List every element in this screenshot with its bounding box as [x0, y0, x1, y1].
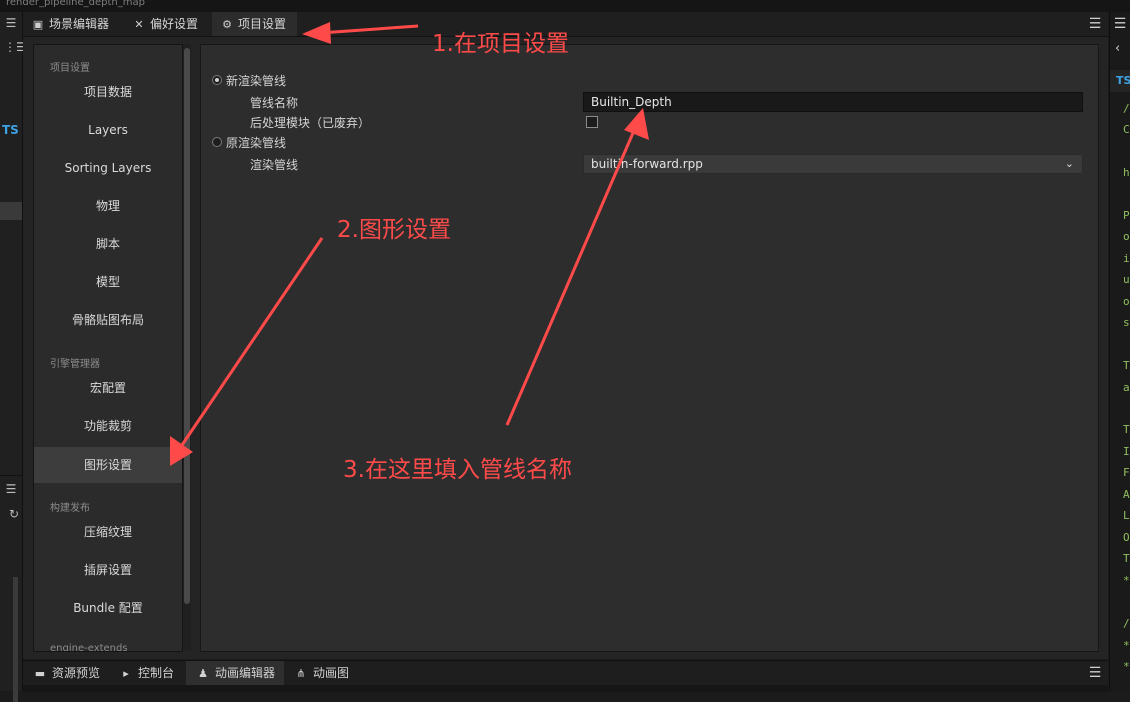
code-line: h [1123, 166, 1130, 179]
window-title: render_pipeline_depth_map [6, 0, 145, 8]
code-line: s [1123, 316, 1130, 329]
code-line: * [1123, 660, 1130, 673]
panel-menu-icon[interactable]: ☰ [1086, 665, 1104, 681]
code-line: o [1123, 295, 1130, 308]
tab-project-settings[interactable]: ⚙ 项目设置 [212, 12, 297, 36]
tab-label: 动画图 [313, 666, 350, 680]
gear-icon: ⚙ [222, 18, 232, 31]
code-line: u [1123, 273, 1130, 286]
tools-icon: ✕ [134, 18, 144, 31]
annotation-step2: 2.图形设置 [337, 217, 451, 243]
tab-label: 项目设置 [238, 17, 287, 31]
sidebar-item-splash-settings[interactable]: 插屏设置 [34, 552, 182, 588]
bottom-tab-bar: ▬ 资源预览 ▸ 控制台 ♟ 动画编辑器 ⋔ 动画图 ☰ [23, 660, 1108, 692]
sidebar-item-bundle-config[interactable]: Bundle 配置 [34, 590, 182, 626]
selected-row[interactable] [0, 202, 22, 220]
sidebar-item-physics[interactable]: 物理 [34, 188, 182, 224]
graph-icon: ⋔ [296, 667, 306, 680]
section-title-project: 项目设置 [50, 63, 90, 74]
list-icon[interactable]: ⋮☰ [4, 40, 27, 54]
code-line: C [1123, 123, 1130, 136]
refresh-icon[interactable]: ↻ [7, 507, 21, 521]
code-line: * [1123, 639, 1130, 652]
window-title-bar: render_pipeline_depth_map [0, 0, 1130, 12]
tab-label: 动画编辑器 [215, 666, 276, 680]
sidebar-item-skeleton-layout[interactable]: 骨骼贴图布局 [34, 302, 182, 338]
tab-label: 资源预览 [52, 666, 101, 680]
sidebar-item-model[interactable]: 模型 [34, 264, 182, 300]
code-line: I [1123, 445, 1130, 458]
sidebar-scrollbar[interactable] [184, 48, 190, 604]
code-line: i [1123, 252, 1130, 265]
code-line: T [1123, 552, 1130, 565]
section-title-build: 构建发布 [50, 503, 90, 514]
annotation-step3: 3.在这里填入管线名称 [343, 457, 572, 483]
sidebar-item-scripts[interactable]: 脚本 [34, 226, 182, 262]
tab-label: 偏好设置 [150, 17, 199, 31]
pipeline-name-input[interactable]: Builtin_Depth [583, 92, 1083, 112]
render-pipeline-label: 渲染管线 [250, 158, 299, 172]
tab-preferences[interactable]: ✕ 偏好设置 [124, 12, 212, 36]
code-line: T [1123, 423, 1130, 436]
code-line: / [1123, 617, 1130, 630]
menu-icon[interactable]: ☰ [4, 16, 18, 30]
pipeline-name-label: 管线名称 [250, 96, 299, 110]
sidebar-item-macro-config[interactable]: 宏配置 [34, 370, 182, 406]
old-pipeline-radio[interactable] [212, 137, 222, 147]
sidebar-item-feature-crop[interactable]: 功能裁剪 [34, 408, 182, 444]
section-title-engine: 引擎管理器 [50, 359, 100, 370]
typescript-icon: TS [1116, 74, 1130, 87]
tab-animation-editor[interactable]: ♟ 动画编辑器 [186, 661, 284, 685]
tab-console[interactable]: ▸ 控制台 [109, 661, 186, 685]
sidebar-item-graphics-settings[interactable]: 图形设置 [34, 447, 182, 483]
settings-sidebar: 项目设置 项目数据 Layers Sorting Layers 物理 脚本 模型… [33, 44, 183, 652]
scrollbar[interactable] [13, 577, 18, 702]
right-code-panel: ☰ ‹ TS / Ch Po i u o s Ta T I F A L O T * / * * [1109, 12, 1130, 691]
code-line: P [1123, 209, 1130, 222]
new-pipeline-radio[interactable] [212, 75, 222, 85]
code-line: O [1123, 531, 1130, 544]
tab-label: 控制台 [138, 666, 175, 680]
menu-icon[interactable]: ☰ [1112, 16, 1128, 32]
sidebar-item-texture-compress[interactable]: 压缩纹理 [34, 514, 182, 550]
old-pipeline-label: 原渲染管线 [226, 136, 287, 150]
sidebar-item-layers[interactable]: Layers [34, 112, 182, 148]
postprocess-checkbox[interactable] [586, 116, 598, 128]
left-collapsed-panel: ☰ ⋮☰ TS ☰ ↻ [0, 12, 27, 702]
code-line: F [1123, 466, 1130, 479]
code-line: a [1123, 381, 1130, 394]
tab-label: 场景编辑器 [49, 17, 110, 31]
folder-icon: ▬ [34, 667, 46, 680]
code-line: A [1123, 488, 1130, 501]
menu-icon[interactable]: ☰ [4, 482, 18, 496]
graphics-settings-content: 新渲染管线 管线名称 Builtin_Depth 后处理模块（已废弃） 原渲染管… [200, 44, 1099, 652]
panel-divider [0, 475, 22, 476]
console-icon: ▸ [123, 667, 129, 680]
postprocess-label: 后处理模块（已废弃） [250, 116, 371, 130]
code-line: T [1123, 359, 1130, 372]
scene-icon: ▣ [32, 18, 44, 31]
code-line: * [1123, 574, 1130, 587]
chevron-down-icon: ⌄ [1064, 157, 1074, 170]
tab-asset-preview[interactable]: ▬ 资源预览 [23, 661, 109, 685]
new-pipeline-label: 新渲染管线 [226, 74, 287, 88]
section-title-engine-extends: engine-extends [50, 643, 128, 651]
tab-animation-graph[interactable]: ⋔ 动画图 [284, 661, 358, 685]
annotation-step1: 1.在项目设置 [432, 31, 569, 57]
code-line: L [1123, 509, 1130, 522]
panel-menu-icon[interactable]: ☰ [1086, 16, 1104, 32]
code-line: / [1123, 102, 1130, 115]
sidebar-item-sorting-layers[interactable]: Sorting Layers [34, 150, 182, 186]
render-pipeline-value: builtin-forward.rpp [591, 157, 703, 171]
running-icon: ♟ [198, 667, 208, 680]
sidebar-item-project-data[interactable]: 项目数据 [34, 74, 182, 110]
code-line: o [1123, 230, 1130, 243]
render-pipeline-select[interactable]: builtin-forward.rpp ⌄ [583, 154, 1083, 174]
chevron-left-icon[interactable]: ‹ [1115, 41, 1120, 56]
tab-scene-editor[interactable]: ▣ 场景编辑器 [23, 12, 124, 36]
typescript-icon: TS [2, 123, 19, 137]
